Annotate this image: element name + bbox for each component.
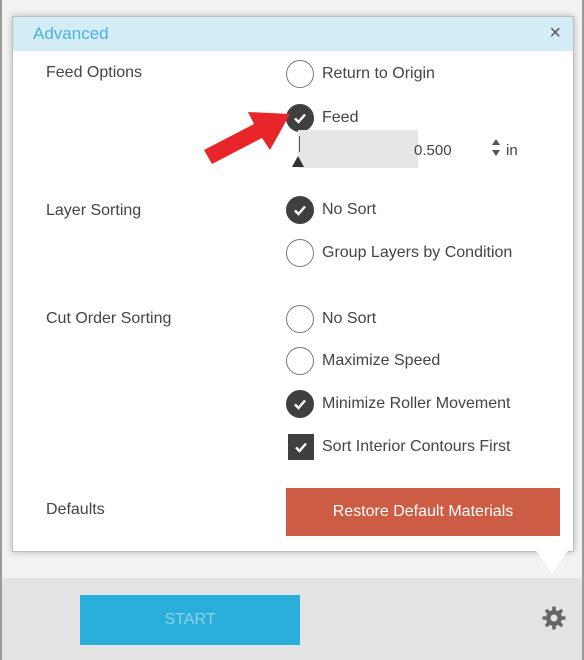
advanced-dialog: Advanced × bbox=[12, 16, 574, 552]
restore-default-materials-button[interactable]: Restore Default Materials bbox=[286, 488, 560, 536]
layer-no-sort-radio[interactable] bbox=[286, 196, 314, 224]
feed-options-label: Feed Options bbox=[46, 64, 143, 81]
cut-no-sort-label: No Sort bbox=[322, 310, 377, 327]
layer-sorting-label: Layer Sorting bbox=[46, 202, 142, 219]
dialog-pointer bbox=[536, 551, 568, 573]
return-to-origin-option[interactable]: Return to Origin bbox=[286, 60, 435, 88]
checkmark-icon bbox=[294, 205, 306, 216]
feed-value[interactable]: 0.500 bbox=[414, 142, 452, 159]
checkmark-icon bbox=[295, 442, 307, 453]
minimize-roller-radio[interactable] bbox=[286, 390, 314, 418]
maximize-speed-label: Maximize Speed bbox=[322, 352, 441, 369]
group-layers-radio[interactable] bbox=[286, 239, 314, 267]
defaults-label: Defaults bbox=[46, 501, 105, 518]
maximize-speed-option[interactable]: Maximize Speed bbox=[286, 347, 440, 375]
cut-order-sorting-label: Cut Order Sorting bbox=[46, 310, 172, 327]
cut-no-sort-option[interactable]: No Sort bbox=[286, 305, 376, 333]
group-layers-option[interactable]: Group Layers by Condition bbox=[286, 239, 512, 267]
return-to-origin-label: Return to Origin bbox=[322, 65, 435, 82]
sort-interior-option[interactable]: Sort Interior Contours First bbox=[286, 434, 511, 460]
minimize-roller-label: Minimize Roller Movement bbox=[322, 395, 511, 412]
stepper-up-icon[interactable] bbox=[492, 139, 500, 145]
maximize-speed-radio[interactable] bbox=[286, 347, 314, 375]
layer-no-sort-option[interactable]: No Sort bbox=[286, 196, 376, 224]
dialog-title: Advanced bbox=[33, 24, 109, 43]
return-to-origin-radio[interactable] bbox=[286, 60, 314, 88]
stepper-down-icon[interactable] bbox=[492, 150, 500, 156]
cut-no-sort-radio[interactable] bbox=[286, 305, 314, 333]
feed-label: Feed bbox=[322, 109, 359, 126]
checkmark-icon bbox=[294, 113, 306, 124]
feed-stepper[interactable] bbox=[490, 133, 502, 163]
dialog-header: Advanced × bbox=[13, 17, 573, 51]
feed-slider-track[interactable] bbox=[298, 130, 418, 168]
sort-interior-label: Sort Interior Contours First bbox=[322, 438, 511, 455]
checkmark-icon bbox=[294, 399, 306, 410]
minimize-roller-option[interactable]: Minimize Roller Movement bbox=[286, 390, 511, 418]
close-button[interactable]: × bbox=[549, 22, 561, 45]
feed-slider-tick bbox=[299, 136, 300, 152]
start-button[interactable]: START bbox=[80, 595, 300, 645]
group-layers-label: Group Layers by Condition bbox=[322, 244, 513, 261]
feed-slider[interactable] bbox=[290, 130, 418, 170]
feed-unit: in bbox=[506, 142, 518, 159]
sort-interior-checkbox[interactable] bbox=[288, 434, 314, 460]
gear-icon[interactable] bbox=[541, 605, 567, 631]
annotation-arrow-icon bbox=[204, 112, 290, 164]
layer-no-sort-label: No Sort bbox=[322, 201, 377, 218]
feed-option[interactable]: Feed bbox=[286, 104, 358, 132]
